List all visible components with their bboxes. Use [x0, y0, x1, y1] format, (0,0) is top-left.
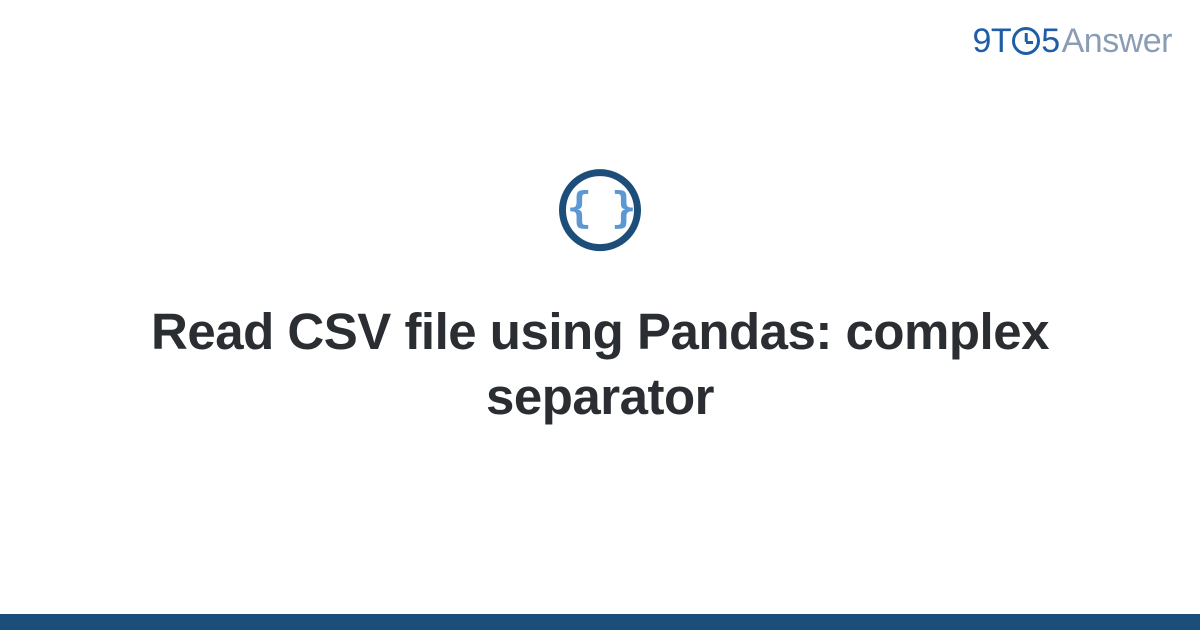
code-braces-icon: { }	[559, 169, 641, 251]
page-title: Read CSV file using Pandas: complex sepa…	[100, 299, 1100, 430]
main-content: { } Read CSV file using Pandas: complex …	[0, 169, 1200, 430]
site-logo: 9T 5 Answer	[973, 22, 1172, 61]
logo-text-answer: Answer	[1062, 22, 1172, 61]
braces-glyph: { }	[567, 187, 634, 229]
logo-text-9t: 9T	[973, 22, 1012, 61]
footer-accent-bar	[0, 614, 1200, 630]
logo-text-5: 5	[1041, 22, 1059, 61]
clock-icon	[1012, 27, 1040, 55]
